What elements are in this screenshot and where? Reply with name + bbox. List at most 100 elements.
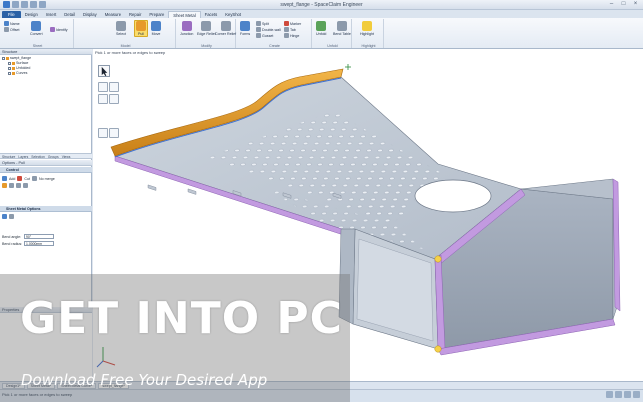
tab-design[interactable]: Design [21,11,42,18]
view-mode-icon[interactable] [615,391,622,398]
offset-icon [4,27,9,32]
tab-detail[interactable]: Detail [60,11,79,18]
bend-radius-label: Bend radius: [2,241,23,246]
convert-button[interactable]: Convert [30,21,43,36]
no-merge-icon[interactable] [32,176,37,181]
split-icon [256,21,261,26]
bend-angle-label: Bend angle: [2,234,22,239]
bend-angle-field[interactable]: 90° [24,234,54,239]
watermark-title: GET INTO PC [20,293,343,344]
bend-icon[interactable] [9,214,14,219]
zoom-icon[interactable] [624,391,631,398]
group-model: Select Pull Move Model [76,19,176,48]
watermark-subtitle: Download Free Your Desired App [21,371,268,389]
gusset-button[interactable]: Gusset [256,33,273,38]
move-button[interactable]: Move [151,21,161,36]
corner-relief-icon [220,21,231,31]
tab-display[interactable]: Display [79,11,101,18]
tab-insert[interactable]: Insert [42,11,60,18]
bend-angle-row: Bend angle: 90° [2,234,54,239]
window-title: swept_flange - SpaceClaim Engineer [280,2,363,8]
marker-icon [284,21,289,26]
identify-button[interactable]: Identify [50,27,68,32]
sheet-metal-icons [2,214,14,219]
subtab-structure[interactable]: Structure [2,154,15,159]
both-sides-icon[interactable] [16,183,21,188]
identify-icon [50,27,55,32]
display-icon[interactable] [633,391,640,398]
add-icon[interactable] [2,176,7,181]
highlight-button[interactable]: Highlight [360,21,374,36]
options-header: Options - Pull [0,160,92,166]
structure-header: Structure [0,49,92,55]
checkbox-icon[interactable] [8,61,11,65]
ruler-icon[interactable] [9,183,14,188]
junction-button[interactable]: Junction [180,21,193,36]
bend-table-icon [336,21,347,31]
pull-button[interactable]: Pull [134,20,148,37]
double-wall-button[interactable]: Double-wall [256,27,281,32]
tab-repair[interactable]: Repair [125,11,145,18]
status-tools [606,391,640,398]
group-label-modify: Modify [201,44,212,48]
edge-relief-button[interactable]: Edge Relief [197,21,216,36]
checkbox-icon[interactable] [2,56,5,60]
group-label-create: Create [269,44,280,48]
unfold-icon [316,21,327,31]
control-section[interactable]: Control [0,167,92,173]
maximize-button[interactable]: □ [619,1,628,8]
subtab-views[interactable]: Views [62,154,71,159]
name-button[interactable]: Name [4,21,20,26]
forms-button[interactable]: Forms [240,21,250,36]
select-arrow-icon [116,21,126,31]
marker-button[interactable]: Marker [284,21,301,26]
split-button[interactable]: Split [256,21,269,26]
tab-facets[interactable]: Facets [201,11,222,18]
surface-icon [12,61,15,65]
pull-option-icon[interactable] [2,183,7,188]
tab-measure[interactable]: Measure [101,11,125,18]
cut-icon[interactable] [17,176,23,181]
tab-prepare[interactable]: Prepare [145,11,168,18]
group-label-unfold: Unfold [327,44,338,48]
app-window: swept_flange - SpaceClaim Engineer – □ ×… [0,0,643,402]
subtab-layers[interactable]: Layers [18,154,28,159]
offset-button[interactable]: Offset [4,27,20,32]
highlight-icon [361,21,372,31]
selection-filter-icon[interactable] [606,391,613,398]
bend-radius-row: Bend radius: 1.0000mm [2,241,54,246]
group-label-highlight: Highlight [361,44,376,48]
part-icon [6,56,9,60]
tab-file[interactable]: File [2,11,21,18]
subtab-groups[interactable]: Groups [48,154,59,159]
corner-relief-marker[interactable] [434,255,442,263]
select-button[interactable]: Select [116,21,126,36]
checkbox-icon[interactable] [8,71,11,75]
measure-icon[interactable] [23,183,28,188]
subtab-selection[interactable]: Selection [31,154,45,159]
curves-icon [12,71,15,75]
junction-icon [181,21,192,31]
checkbox-icon[interactable] [8,66,11,70]
center-hole[interactable] [414,179,492,213]
corner-relief-button[interactable]: Corner Relief [215,21,236,36]
minimize-button[interactable]: – [607,1,616,8]
move-icon [151,21,161,31]
group-highlight: Highlight Highlight [354,19,384,48]
convert-icon [31,21,42,31]
bend-table-button[interactable]: Bend Table [333,21,351,36]
corner-relief-marker[interactable] [434,345,442,353]
tab-button[interactable]: Tab [284,27,296,32]
hinge-button[interactable]: Hinge [284,33,299,38]
flange-icon[interactable] [2,214,7,219]
group-unfold: Unfold Bend Table Unfold [314,19,352,48]
unfold-button[interactable]: Unfold [316,21,326,36]
tab-sheet-metal[interactable]: Sheet Metal [168,11,201,18]
sheet-metal-options-section[interactable]: Sheet Metal Options [0,206,92,212]
tab-keyshot[interactable]: KeyShot [221,11,245,18]
structure-tree: swept_flange Surface Unfolded Curves [0,56,92,76]
unfolded-icon [12,66,15,70]
bend-radius-field[interactable]: 1.0000mm [24,241,54,246]
tree-item-curves[interactable]: Curves [0,71,92,76]
close-button[interactable]: × [631,1,640,8]
